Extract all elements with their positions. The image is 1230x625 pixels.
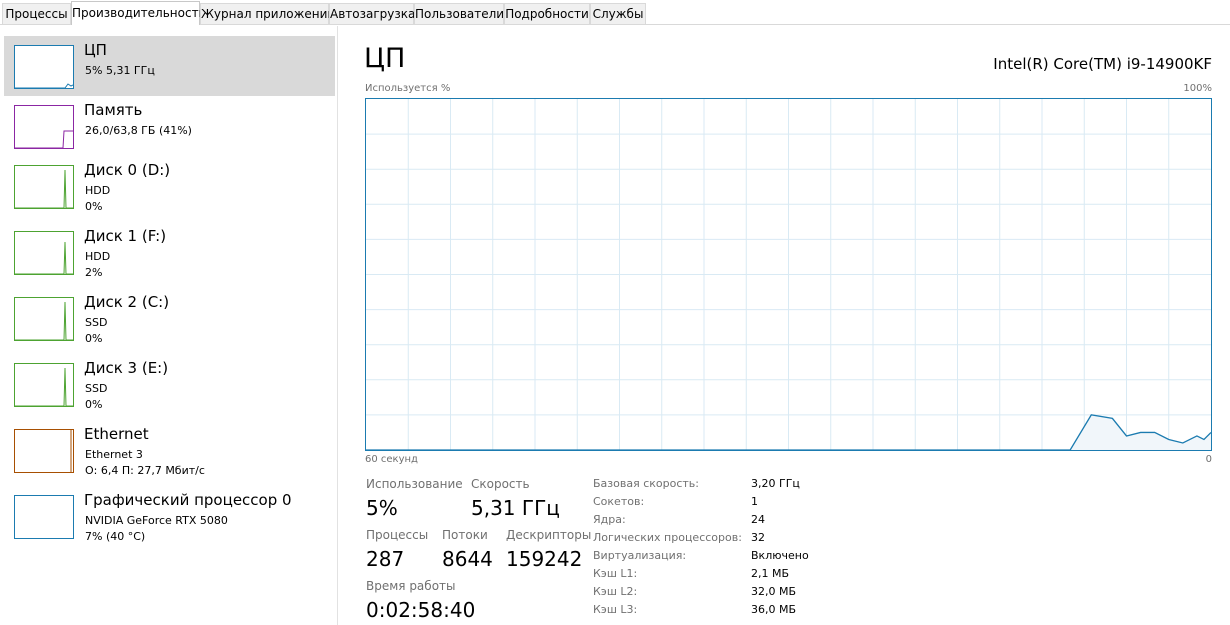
sidebar-item-label: Диск 0 (D:) — [84, 161, 171, 179]
sidebar-item-detail: Ethernet 3 — [85, 448, 143, 461]
disk0-thumbnail-graph — [14, 165, 74, 209]
graph-label-time-zero: 0 — [1205, 454, 1212, 465]
sidebar-item-usage: 0% — [85, 398, 103, 411]
tab-processes[interactable]: Процессы — [2, 3, 71, 24]
sidebar-item-throughput: О: 6,4 П: 27,7 Мбит/с — [85, 464, 205, 477]
disk1-thumbnail-graph — [14, 231, 74, 275]
threads-value: 8644 — [442, 547, 493, 571]
sidebar-item-label: Ethernet — [84, 425, 149, 443]
spec-l2-cache-value: 32,0 МБ — [751, 585, 797, 598]
usage-value: 5% — [366, 496, 398, 520]
sidebar-item-label: Диск 1 (F:) — [84, 227, 167, 245]
tab-services[interactable]: Службы — [590, 3, 646, 24]
tab-performance[interactable]: Производительность — [71, 1, 206, 25]
speed-value: 5,31 ГГц — [471, 496, 560, 520]
handles-value: 159242 — [506, 547, 583, 571]
threads-label: Потоки — [442, 528, 488, 542]
sidebar-item-usage: 7% (40 °C) — [85, 530, 146, 543]
tab-app-history[interactable]: Журнал приложений — [200, 3, 335, 24]
ethernet-thumbnail-graph — [14, 429, 74, 473]
sidebar-item-label: ЦП — [84, 41, 107, 59]
spec-logical-processors-label: Логических процессоров: — [593, 531, 742, 544]
spec-l1-cache-label: Кэш L1: — [593, 567, 638, 580]
speed-label: Скорость — [471, 477, 530, 491]
sidebar-item-detail: 5% 5,31 ГГц — [85, 64, 155, 77]
page-title: ЦП — [364, 43, 406, 74]
processes-label: Процессы — [366, 528, 429, 542]
sidebar-item-detail: HDD — [85, 250, 111, 263]
spec-l1-cache-value: 2,1 МБ — [751, 567, 790, 580]
sidebar-item-memory[interactable]: Память 26,0/63,8 ГБ (41%) — [4, 96, 335, 156]
graph-label-time-span: 60 секунд — [365, 454, 418, 465]
spec-l3-cache-label: Кэш L3: — [593, 603, 638, 616]
sidebar-item-label: Диск 2 (C:) — [84, 293, 170, 311]
sidebar-item-disk3[interactable]: Диск 3 (E:) SSD 0% — [4, 354, 335, 414]
cpu-usage-chart — [366, 99, 1212, 451]
spec-l3-cache-value: 36,0 МБ — [751, 603, 797, 616]
cpu-thumbnail-graph — [14, 45, 74, 89]
spec-l2-cache-label: Кэш L2: — [593, 585, 638, 598]
spec-base-speed-label: Базовая скорость: — [593, 477, 699, 490]
spec-cores-label: Ядра: — [593, 513, 626, 526]
cpu-model-name: Intel(R) Core(TM) i9-14900KF — [993, 55, 1212, 73]
sidebar-item-detail: 26,0/63,8 ГБ (41%) — [85, 124, 192, 137]
sidebar-item-detail: NVIDIA GeForce RTX 5080 — [85, 514, 228, 527]
sidebar-item-cpu[interactable]: ЦП 5% 5,31 ГГц — [4, 36, 335, 96]
sidebar-item-gpu0[interactable]: Графический процессор 0 NVIDIA GeForce R… — [4, 486, 335, 546]
disk2-thumbnail-graph — [14, 297, 74, 341]
sidebar-item-usage: 0% — [85, 200, 103, 213]
spec-virtualization-label: Виртуализация: — [593, 549, 687, 562]
handles-label: Дескрипторы — [506, 528, 592, 542]
uptime-label: Время работы — [366, 579, 456, 593]
spec-sockets-label: Сокетов: — [593, 495, 645, 508]
sidebar-item-usage: 2% — [85, 266, 103, 279]
spec-sockets-value: 1 — [751, 495, 758, 508]
sidebar-item-disk0[interactable]: Диск 0 (D:) HDD 0% — [4, 156, 335, 216]
usage-label: Использование — [366, 477, 463, 491]
sidebar-item-label: Память — [84, 101, 143, 119]
sidebar-item-detail: HDD — [85, 184, 111, 197]
tab-details[interactable]: Подробности — [504, 3, 590, 24]
graph-label-max: 100% — [1183, 83, 1212, 94]
tab-users[interactable]: Пользователи — [414, 3, 504, 24]
tab-bar: Процессы Производительность Журнал прило… — [0, 0, 1230, 25]
sidebar-item-usage: 0% — [85, 332, 103, 345]
spec-base-speed-value: 3,20 ГГц — [751, 477, 800, 490]
memory-thumbnail-graph — [14, 105, 74, 149]
resource-sidebar: ЦП 5% 5,31 ГГц Память 26,0/63,8 ГБ (41%)… — [0, 26, 338, 625]
spec-cores-value: 24 — [751, 513, 765, 526]
sidebar-item-ethernet[interactable]: Ethernet Ethernet 3 О: 6,4 П: 27,7 Мбит/… — [4, 420, 335, 480]
sidebar-item-detail: SSD — [85, 382, 108, 395]
processes-value: 287 — [366, 547, 405, 571]
sidebar-item-disk1[interactable]: Диск 1 (F:) HDD 2% — [4, 222, 335, 282]
sidebar-item-label: Диск 3 (E:) — [84, 359, 169, 377]
gpu0-thumbnail-graph — [14, 495, 74, 539]
graph-label-utilization: Используется % — [365, 83, 451, 94]
sidebar-item-label: Графический процессор 0 — [84, 491, 292, 509]
sidebar-item-disk2[interactable]: Диск 2 (C:) SSD 0% — [4, 288, 335, 348]
tab-startup[interactable]: Автозагрузка — [329, 3, 415, 24]
spec-virtualization-value: Включено — [751, 549, 809, 562]
disk3-thumbnail-graph — [14, 363, 74, 407]
spec-logical-processors-value: 32 — [751, 531, 765, 544]
sidebar-item-detail: SSD — [85, 316, 108, 329]
cpu-usage-graph — [365, 98, 1212, 451]
uptime-value: 0:02:58:40 — [366, 598, 476, 622]
